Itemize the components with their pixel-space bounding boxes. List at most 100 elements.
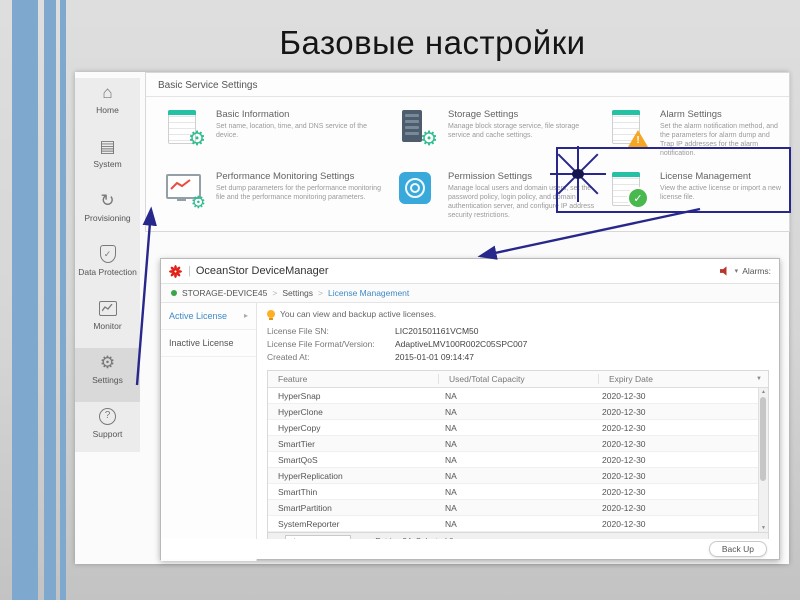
capacity-cell: NA: [444, 438, 457, 449]
card-title: Storage Settings: [448, 109, 519, 120]
breadcrumb-settings[interactable]: Settings: [282, 288, 313, 298]
sidebar-item-system[interactable]: ▤ System: [75, 132, 140, 186]
info-row-format: License File Format/Version: AdaptiveLMV…: [267, 338, 769, 351]
expiry-cell: 2020-12-30: [602, 470, 646, 481]
scroll-down-icon[interactable]: ▼: [759, 525, 768, 531]
feature-cell: SmartQoS: [278, 454, 318, 465]
sidebar-item-label: Settings: [92, 375, 123, 385]
table-scrollbar[interactable]: ▲ ▼: [758, 388, 768, 532]
info-row-sn: License File SN: LIC201501161VCM50: [267, 325, 769, 338]
table-row[interactable]: SmartThin NA 2020-12-30: [268, 484, 768, 500]
capacity-cell: NA: [444, 454, 457, 465]
breadcrumb-separator: >: [318, 288, 323, 298]
accent-stripe: [12, 0, 38, 600]
sidebar-item-label: Data Protection: [78, 267, 137, 277]
license-nav: Active License ▸ Inactive License: [161, 303, 257, 561]
slide-title: Базовые настройки: [279, 24, 586, 61]
sidebar-item-label: Provisioning: [84, 213, 131, 223]
col-capacity[interactable]: Used/Total Capacity: [438, 374, 598, 384]
window-titlebar: | OceanStor DeviceManager ▾ Alarms:: [161, 259, 779, 284]
feature-cell: HyperSnap: [278, 390, 321, 401]
breadcrumb: STORAGE-DEVICE45 > Settings > License Ma…: [161, 284, 779, 303]
sidebar-item-home[interactable]: ⌂ Home: [75, 78, 140, 132]
expiry-cell: 2020-12-30: [602, 454, 646, 465]
expiry-cell: 2020-12-30: [602, 438, 646, 449]
breadcrumb-page[interactable]: License Management: [328, 288, 409, 298]
capacity-cell: NA: [444, 406, 457, 417]
app-title: OceanStor DeviceManager: [195, 265, 329, 277]
sidebar-item-data-protection[interactable]: ✓ Data Protection: [75, 240, 140, 294]
license-highlight-rect: [556, 147, 791, 213]
nav-inactive-license[interactable]: Inactive License: [161, 330, 256, 357]
capacity-cell: NA: [444, 422, 457, 433]
feature-cell: SmartPartition: [278, 502, 332, 513]
monitor-chart-gear-icon: ⚙: [166, 171, 206, 211]
expiry-cell: 2020-12-30: [602, 486, 646, 497]
feature-cell: SystemReporter: [278, 518, 340, 529]
card-performance-monitoring[interactable]: ⚙ Performance Monitoring Settings Set du…: [162, 165, 394, 227]
table-row[interactable]: SystemReporter NA 2020-12-30: [268, 516, 768, 532]
accent-stripe: [44, 0, 56, 600]
license-table-body: HyperSnap NA 2020-12-30 HyperClone NA 20…: [268, 388, 768, 532]
sidebar-item-label: Support: [92, 429, 123, 439]
table-row[interactable]: SmartQoS NA 2020-12-30: [268, 452, 768, 468]
table-row[interactable]: SmartPartition NA 2020-12-30: [268, 500, 768, 516]
huawei-logo-icon: [169, 264, 182, 278]
card-desc: Manage block storage service, file stora…: [448, 123, 580, 140]
sidebar-item-monitor[interactable]: Monitor: [75, 294, 140, 348]
sidebar-item-label: Monitor: [93, 321, 122, 331]
nav-label: Active License: [169, 311, 228, 321]
info-label: Created At:: [267, 352, 310, 362]
home-icon: ⌂: [102, 82, 113, 102]
col-feature[interactable]: Feature: [268, 374, 438, 384]
provisioning-icon: ↻: [100, 190, 115, 210]
nav-active-license[interactable]: Active License ▸: [161, 303, 256, 330]
filter-icon[interactable]: ▼: [750, 376, 768, 382]
bulb-icon: [267, 310, 275, 320]
chevron-down-icon[interactable]: ▾: [735, 267, 739, 275]
license-table: Feature Used/Total Capacity Expiry Date …: [267, 370, 769, 533]
expiry-cell: 2020-12-30: [602, 390, 646, 401]
license-content: You can view and backup active licenses.…: [257, 303, 779, 561]
expiry-cell: 2020-12-30: [602, 502, 646, 513]
feature-cell: SmartThin: [278, 486, 318, 497]
sidebar-item-provisioning[interactable]: ↻ Provisioning: [75, 186, 140, 240]
speaker-icon[interactable]: [719, 266, 727, 276]
scroll-up-icon[interactable]: ▲: [759, 389, 768, 395]
card-basic-information[interactable]: ⚙ Basic Information Set name, location, …: [162, 103, 394, 165]
chevron-right-icon: ▸: [243, 311, 248, 320]
notepad-warning-icon: !: [610, 109, 650, 147]
device-status-dot: [171, 290, 177, 296]
sidebar-item-settings[interactable]: ⚙ Settings: [75, 348, 140, 402]
breadcrumb-device[interactable]: STORAGE-DEVICE45: [182, 288, 267, 298]
question-icon: ?: [75, 404, 140, 428]
capacity-cell: NA: [444, 390, 457, 401]
nav-label: Inactive License: [169, 338, 234, 348]
info-label: License File Format/Version:: [267, 339, 375, 349]
table-row[interactable]: HyperCopy NA 2020-12-30: [268, 420, 768, 436]
monitor-icon: [75, 296, 140, 320]
backup-button[interactable]: Back Up: [708, 541, 767, 557]
scrollbar-thumb[interactable]: [760, 397, 766, 481]
col-expiry[interactable]: Expiry Date: [598, 374, 750, 384]
capacity-cell: NA: [444, 470, 457, 481]
expiry-cell: 2020-12-30: [602, 406, 646, 417]
sidebar-item-support[interactable]: ? Support: [75, 402, 140, 456]
table-row[interactable]: SmartTier NA 2020-12-30: [268, 436, 768, 452]
tip-row: You can view and backup active licenses.: [267, 309, 769, 320]
table-row[interactable]: HyperClone NA 2020-12-30: [268, 404, 768, 420]
alarms-label[interactable]: Alarms:: [742, 266, 771, 276]
table-row[interactable]: HyperReplication NA 2020-12-30: [268, 468, 768, 484]
info-row-created: Created At: 2015-01-01 09:14:47: [267, 351, 769, 364]
capacity-cell: NA: [444, 502, 457, 513]
info-value: LIC201501161VCM50: [395, 326, 479, 336]
expiry-cell: 2020-12-30: [602, 518, 646, 529]
card-desc: Set dump parameters for the performance …: [216, 185, 381, 202]
sidebar-item-label: Home: [96, 105, 119, 115]
table-header: Feature Used/Total Capacity Expiry Date …: [268, 371, 768, 388]
feature-cell: HyperReplication: [278, 470, 343, 481]
tip-text: You can view and backup active licenses.: [280, 309, 437, 319]
device-manager-window: | OceanStor DeviceManager ▾ Alarms: STOR…: [160, 258, 780, 561]
expiry-cell: 2020-12-30: [602, 422, 646, 433]
table-row[interactable]: HyperSnap NA 2020-12-30: [268, 388, 768, 404]
